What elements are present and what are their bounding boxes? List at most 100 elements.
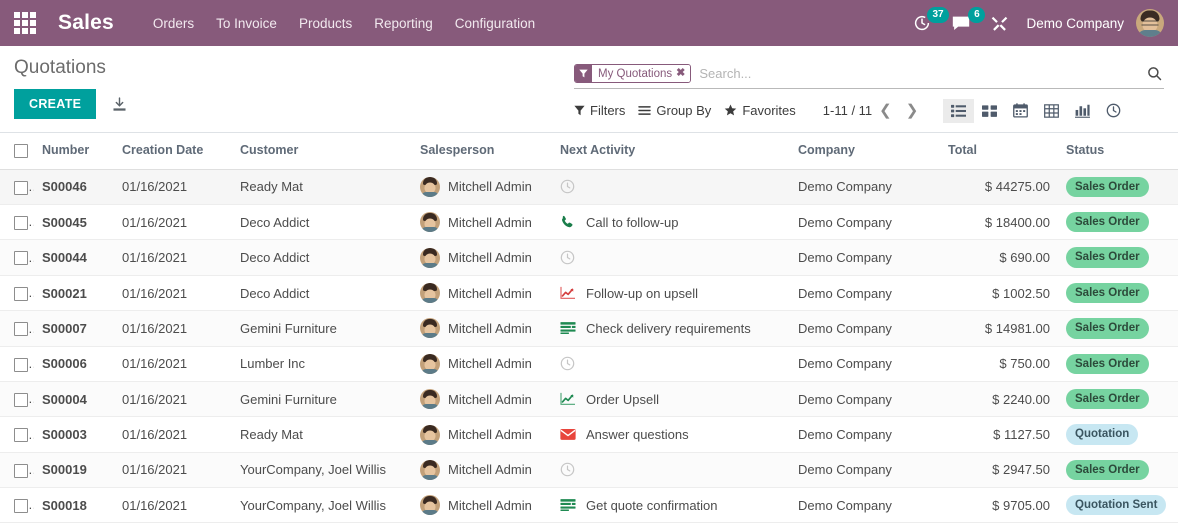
import-download-icon[interactable] [108,93,131,116]
table-row[interactable]: S00003 01/16/2021 Ready Mat Mitchell Admin A… [0,416,1178,453]
header-number[interactable]: Number [34,133,114,170]
table-row[interactable]: S00021 01/16/2021 Deco Addict Mitchell Admi… [0,275,1178,312]
phone-icon[interactable] [560,215,577,230]
pager-value: 1-11 / 11 [822,103,873,118]
debug-menu[interactable] [981,0,1018,46]
table-row[interactable]: S00019 01/16/2021 YourCompany, Joel Willis… [0,452,1178,489]
row-checkbox[interactable] [14,428,28,443]
search-input[interactable] [691,66,1147,81]
row-checkbox[interactable] [14,286,28,301]
pager: 1-11 / 11 ❮ ❯ [823,101,926,120]
user-avatar[interactable] [1136,9,1164,37]
row-checkbox[interactable] [14,216,28,231]
menu-item-configuration[interactable]: Configuration [444,10,546,37]
cell-total: $ 1002.50 [940,275,1058,312]
cell-number: S00044 [34,239,114,276]
search-facet-my-quotations[interactable]: My Quotations ✖ [574,64,692,83]
header-next-activity[interactable]: Next Activity [552,133,790,170]
salesperson-name: Mitchell Admin [448,285,532,301]
envelope-red-icon[interactable] [560,428,577,441]
clock-empty-icon[interactable] [560,250,577,265]
cell-total: $ 9705.00 [940,487,1058,523]
cell-options [1168,452,1178,489]
activities-menu[interactable]: 37 [903,0,949,46]
groupby-dropdown[interactable]: Group By [638,99,724,122]
salesperson-avatar [420,424,440,445]
view-button-pivot[interactable] [1036,99,1067,123]
header-creation-date[interactable]: Creation Date [114,133,232,170]
cell-customer: Lumber Inc [232,346,412,382]
salesperson-avatar [420,247,440,268]
cell-status: Sales Order [1058,346,1168,382]
header-status[interactable]: Status [1058,133,1168,170]
row-select-cell [0,275,34,312]
favorites-dropdown[interactable]: Favorites [724,99,808,122]
pager-next-button[interactable]: ❯ [899,101,926,120]
search-bar[interactable]: My Quotations ✖ [574,54,1164,89]
clock-empty-icon[interactable] [560,462,577,477]
view-button-activity[interactable] [1098,98,1129,123]
calendar-view-icon [1013,103,1029,118]
messages-menu[interactable]: 6 [941,0,986,46]
clock-empty-icon[interactable] [560,356,577,371]
pager-previous-button[interactable]: ❮ [872,101,899,120]
row-checkbox[interactable] [14,392,28,407]
salesperson-avatar [420,459,440,480]
row-checkbox[interactable] [14,251,28,266]
cell-salesperson: Mitchell Admin [412,239,552,276]
table-body: S00046 01/16/2021 Ready Mat Mitchell Admin D… [0,169,1178,523]
facet-remove-icon[interactable]: ✖ [676,68,685,79]
table-row[interactable]: S00045 01/16/2021 Deco Addict Mitchell Admi… [0,204,1178,241]
cell-options [1168,275,1178,312]
table-row[interactable]: S00007 01/16/2021 Gemini Furniture Mitchell… [0,310,1178,347]
cell-company: Demo Company [790,310,940,347]
chart-line-green-icon[interactable] [560,392,577,406]
row-checkbox[interactable] [14,322,28,337]
cell-company: Demo Company [790,204,940,241]
view-button-kanban[interactable] [974,99,1005,123]
quotations-table: Number Creation Date Customer Salesperso… [0,133,1178,523]
view-button-calendar[interactable] [1005,98,1036,123]
cell-total: $ 2947.50 [940,452,1058,489]
search-options-row: Filters Group By Favorites 1-11 / 11 ❮ ❯ [574,89,1164,132]
list-lines-green-icon[interactable] [560,321,577,335]
header-options[interactable] [1168,133,1178,170]
header-total[interactable]: Total [940,133,1058,170]
view-button-graph[interactable] [1067,99,1098,123]
table-row[interactable]: S00018 01/16/2021 YourCompany, Joel Willis… [0,487,1178,523]
header-customer[interactable]: Customer [232,133,412,170]
table-row[interactable]: S00046 01/16/2021 Ready Mat Mitchell Admin D… [0,169,1178,206]
next-activity-label: Follow-up on upsell [586,285,699,301]
menu-item-reporting[interactable]: Reporting [363,10,444,37]
select-all-checkbox[interactable] [14,143,28,158]
clock-empty-icon[interactable] [560,179,577,194]
cell-creation-date: 01/16/2021 [114,310,232,347]
chart-line-red-icon[interactable] [560,286,577,300]
table-row[interactable]: S00044 01/16/2021 Deco Addict Mitchell Admi… [0,239,1178,276]
table-row[interactable]: S00004 01/16/2021 Gemini Furniture Mitchell… [0,381,1178,418]
header-company[interactable]: Company [790,133,940,170]
apps-grid-icon[interactable] [8,6,42,40]
row-checkbox[interactable] [14,180,28,195]
create-button[interactable]: CREATE [14,89,97,119]
row-checkbox[interactable] [14,463,28,478]
filters-dropdown[interactable]: Filters [574,99,638,122]
company-switcher[interactable]: Demo Company [1018,16,1136,31]
header-salesperson[interactable]: Salesperson [412,133,552,170]
app-brand-title[interactable]: Sales [58,11,114,35]
row-checkbox[interactable] [14,499,28,514]
cell-total: $ 14981.00 [940,310,1058,347]
cell-options [1168,310,1178,347]
magnifier-icon[interactable] [1147,66,1164,81]
cell-number: S00007 [34,310,114,347]
table-row[interactable]: S00006 01/16/2021 Lumber Inc Mitchell Admin… [0,346,1178,382]
menu-item-products[interactable]: Products [288,10,363,37]
row-checkbox[interactable] [14,357,28,372]
list-lines-green-icon[interactable] [560,498,577,512]
view-button-list[interactable] [943,98,975,123]
menu-item-orders[interactable]: Orders [142,10,205,37]
next-activity-label: Check delivery requirements [586,320,751,336]
filter-funnel-icon [575,65,592,82]
cell-salesperson: Mitchell Admin [412,204,552,241]
menu-item-to-invoice[interactable]: To Invoice [205,10,288,37]
